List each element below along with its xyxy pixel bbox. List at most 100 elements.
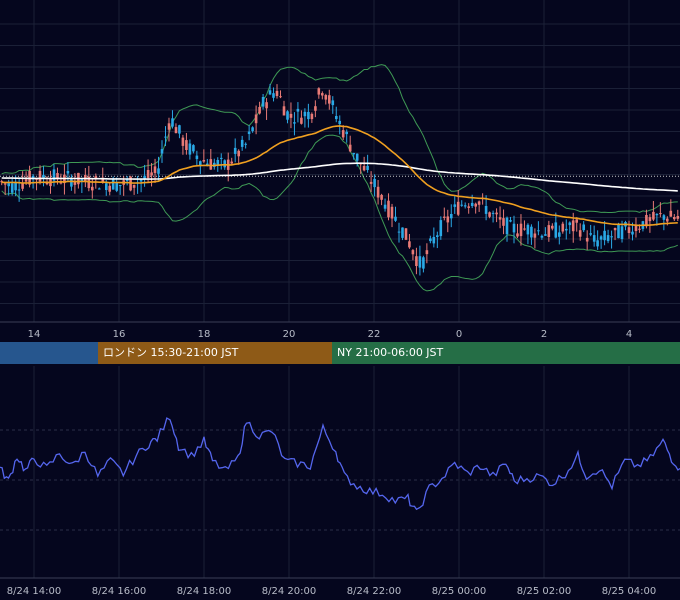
- candle-body: [153, 166, 157, 174]
- candle-body: [314, 106, 317, 111]
- x-tick-label: 0: [456, 329, 462, 340]
- x-tick-label: 14: [28, 329, 41, 340]
- candle-body: [10, 183, 14, 193]
- candle-body: [439, 220, 443, 237]
- candle-body: [244, 143, 247, 145]
- candle-body: [275, 90, 279, 96]
- price-chart-background: [0, 0, 680, 340]
- candle-body: [390, 206, 394, 219]
- candle-body: [181, 137, 185, 146]
- candle-body: [516, 233, 519, 237]
- candle-body: [547, 225, 551, 237]
- candle-body: [544, 234, 547, 236]
- candle-body: [289, 113, 293, 118]
- candle-body: [673, 217, 676, 220]
- x-tick-label: 8/24 20:00: [262, 586, 316, 597]
- candle-body: [293, 122, 296, 124]
- session-london: ロンドン 15:30-21:00 JST: [98, 342, 332, 364]
- candle-body: [345, 131, 348, 135]
- candle-body: [613, 228, 617, 231]
- oscillator-chart[interactable]: 8/24 14:00 8/24 16:00 8/24 18:00 8/24 20:00…: [0, 366, 680, 600]
- candle-body: [272, 93, 275, 98]
- x-tick-label: 8/24 16:00: [92, 586, 146, 597]
- candle-body: [456, 201, 460, 215]
- candle-body: [178, 125, 181, 134]
- candle-body: [634, 225, 638, 231]
- candle-body: [195, 155, 199, 160]
- candle-body: [422, 257, 425, 269]
- candle-body: [258, 107, 261, 114]
- candle-body: [578, 230, 582, 237]
- candle-body: [429, 238, 432, 242]
- candle-body: [362, 166, 366, 171]
- candle-body: [7, 183, 10, 187]
- candle-body: [98, 188, 101, 190]
- candle-body: [453, 204, 457, 207]
- candle-body: [526, 224, 530, 235]
- candle-body: [321, 93, 324, 96]
- candle-body: [582, 224, 585, 231]
- candle-body: [108, 185, 111, 192]
- candle-body: [397, 231, 401, 233]
- candle-body: [537, 230, 540, 232]
- candle-body: [425, 250, 429, 255]
- candle-body: [279, 96, 282, 98]
- candle-body: [70, 178, 73, 187]
- candle-body: [286, 111, 289, 120]
- candle-body: [470, 202, 474, 206]
- candle-body: [268, 90, 272, 95]
- candle-body: [620, 226, 624, 239]
- candle-body: [150, 172, 153, 176]
- candle-body: [495, 212, 498, 215]
- candle-body: [220, 157, 223, 159]
- candle-body: [118, 185, 122, 186]
- candle-body: [530, 226, 533, 238]
- candle-body: [512, 223, 516, 233]
- session-ny: NY 21:00-06:00 JST: [332, 342, 680, 364]
- candle-body: [160, 149, 164, 154]
- candle-body: [477, 201, 481, 205]
- candle-body: [376, 186, 380, 198]
- candle-body: [254, 114, 258, 124]
- price-chart[interactable]: 14 16 18 20 22 0 2 4: [0, 0, 680, 340]
- candle-body: [460, 204, 463, 206]
- candle-body: [533, 233, 537, 238]
- candle-body: [38, 170, 42, 182]
- candle-body: [592, 235, 596, 242]
- candle-body: [631, 231, 634, 235]
- candle-body: [174, 127, 178, 134]
- candle-body: [387, 200, 390, 218]
- candle-body: [366, 165, 369, 170]
- x-tick-label: 8/25 02:00: [517, 586, 571, 597]
- candle-body: [240, 139, 244, 147]
- candle-body: [589, 233, 592, 235]
- candle-body: [303, 111, 307, 117]
- x-tick-label: 8/24 14:00: [7, 586, 61, 597]
- candle-body: [603, 230, 606, 241]
- candle-body: [554, 222, 558, 238]
- candle-body: [192, 145, 195, 152]
- candle-body: [157, 168, 160, 174]
- candle-body: [369, 181, 373, 184]
- candle-body: [558, 232, 561, 237]
- candle-body: [523, 228, 526, 230]
- candle-body: [348, 144, 352, 152]
- candle-body: [143, 175, 146, 179]
- candle-body: [105, 183, 108, 190]
- candle-body: [331, 100, 335, 106]
- candle-body: [404, 228, 408, 240]
- x-tick-label: 4: [626, 329, 632, 340]
- candle-body: [617, 224, 620, 239]
- candle-body: [317, 88, 321, 95]
- candle-body: [261, 97, 265, 107]
- candle-body: [307, 111, 310, 120]
- candle-body: [484, 206, 488, 214]
- candle-body: [596, 240, 599, 247]
- x-tick-label: 20: [283, 329, 296, 340]
- candle-body: [296, 108, 300, 112]
- candle-body: [171, 118, 174, 127]
- candle-body: [610, 236, 613, 238]
- candle-body: [209, 159, 213, 170]
- candle-body: [383, 204, 387, 209]
- candle-body: [659, 213, 662, 215]
